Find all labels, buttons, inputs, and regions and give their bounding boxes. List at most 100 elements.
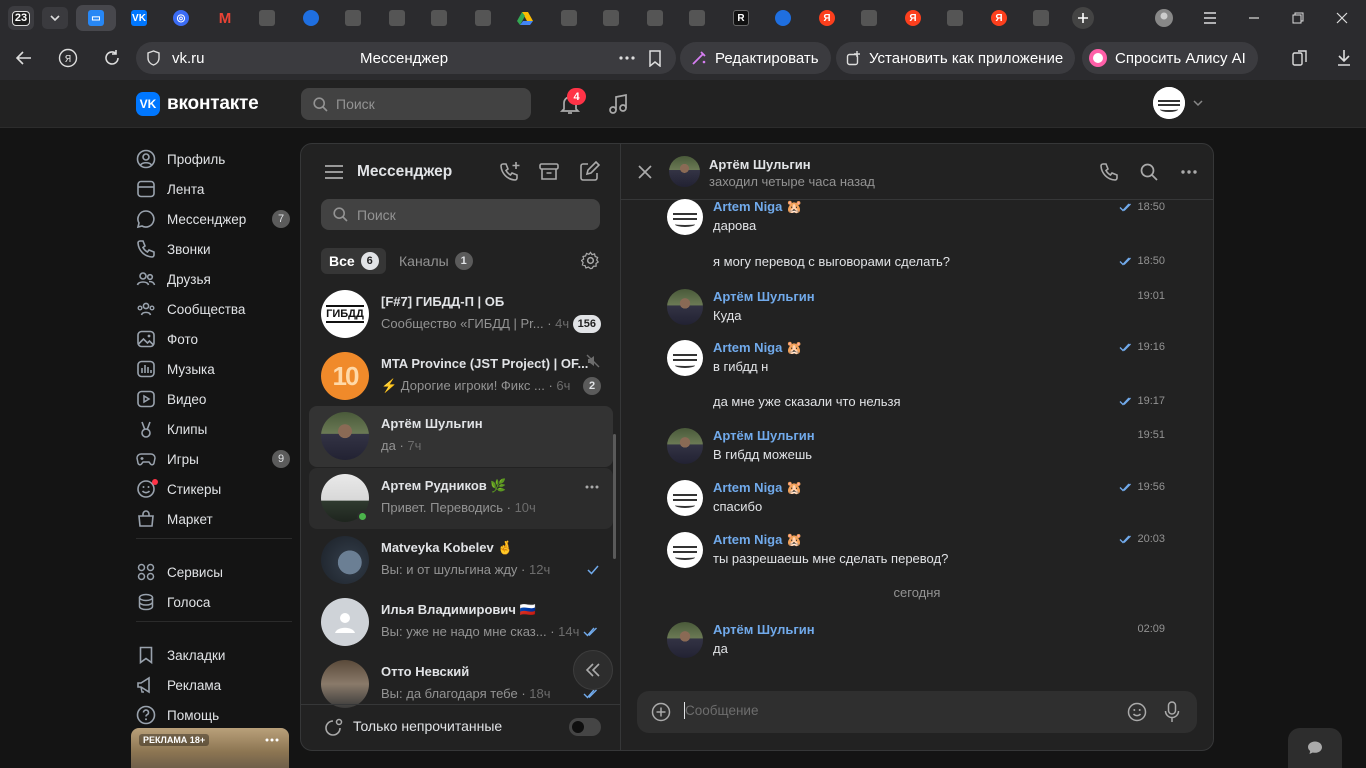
- chevron-down-icon[interactable]: [1192, 97, 1204, 109]
- archive-icon[interactable]: [538, 161, 560, 183]
- collapse-list-button[interactable]: [573, 650, 613, 690]
- tab-site-6[interactable]: [464, 5, 502, 31]
- search-icon[interactable]: [1140, 163, 1158, 181]
- close-window-button[interactable]: [1332, 8, 1352, 28]
- user-avatar[interactable]: [1153, 87, 1185, 119]
- nav-item-messenger[interactable]: Мессенджер 7: [136, 204, 292, 234]
- nav-item-clips[interactable]: Клипы: [136, 414, 292, 444]
- yandex-home-button[interactable]: Я: [54, 44, 82, 72]
- nav-divider: [136, 621, 292, 640]
- chat-avatar[interactable]: [669, 156, 700, 187]
- nav-item-photos[interactable]: Фото: [136, 324, 292, 354]
- nav-item-votes[interactable]: Голоса: [136, 587, 292, 617]
- nav-item-feed[interactable]: Лента: [136, 174, 292, 204]
- conversation-search-placeholder: Поиск: [357, 206, 396, 223]
- install-app-button[interactable]: Установить как приложение: [836, 42, 1076, 74]
- tab-site-10[interactable]: [678, 5, 716, 31]
- tab-site-8[interactable]: [592, 5, 630, 31]
- conversation-item[interactable]: Илья Владимирович 🇷🇺 Вы: уже не надо мне…: [309, 592, 613, 653]
- tab-list-dropdown-button[interactable]: [42, 7, 68, 29]
- nav-item-profile[interactable]: Профиль: [136, 144, 292, 174]
- conversation-item[interactable]: Matveyka Kobelev 🤞 Вы: и от шульгина жду…: [309, 530, 613, 591]
- restore-button[interactable]: [1288, 8, 1308, 28]
- conversation-item[interactable]: Артем Рудников 🌿 Привет. Переводись · 10…: [309, 468, 613, 529]
- more-horizontal-icon[interactable]: [265, 738, 279, 742]
- minimize-button[interactable]: [1244, 8, 1264, 28]
- conversation-list-scrollbar[interactable]: [613, 434, 616, 559]
- nav-item-friends[interactable]: Друзья: [136, 264, 292, 294]
- nav-item-communities[interactable]: Сообщества: [136, 294, 292, 324]
- attach-plus-icon[interactable]: [651, 702, 671, 722]
- nav-item-games[interactable]: Игры 9: [136, 444, 292, 474]
- nav-item-market[interactable]: Маркет: [136, 504, 292, 534]
- microphone-icon[interactable]: [1164, 701, 1180, 723]
- edit-page-button[interactable]: Редактировать: [680, 42, 831, 74]
- message-composer[interactable]: Сообщение: [637, 691, 1197, 733]
- filter-tab-all[interactable]: Все 6: [321, 248, 386, 274]
- browser-menu-button[interactable]: [1200, 8, 1220, 28]
- conversation-search-input[interactable]: Поиск: [321, 199, 600, 230]
- ad-banner[interactable]: РЕКЛАМА 18+: [131, 728, 289, 768]
- nav-item-services[interactable]: Сервисы: [136, 557, 292, 587]
- nav-item-music[interactable]: Музыка: [136, 354, 292, 384]
- tab-site-7[interactable]: [550, 5, 588, 31]
- tab-site-12[interactable]: [850, 5, 888, 31]
- more-horizontal-icon[interactable]: [585, 485, 599, 489]
- tab-site-1[interactable]: [248, 5, 286, 31]
- hamburger-icon[interactable]: [325, 165, 343, 179]
- gear-icon[interactable]: [581, 251, 600, 270]
- tab-app[interactable]: ◎: [162, 5, 200, 31]
- nav-item-ads[interactable]: Реклама: [136, 670, 292, 700]
- more-horizontal-icon[interactable]: [619, 56, 635, 60]
- tab-yandex-1[interactable]: Я: [808, 5, 846, 31]
- back-button[interactable]: [10, 44, 38, 72]
- tab-site-11[interactable]: [764, 5, 802, 31]
- floating-chats-button[interactable]: [1288, 728, 1342, 768]
- new-tab-button[interactable]: [1072, 7, 1094, 29]
- nav-item-bookmarks[interactable]: Закладки: [136, 640, 292, 670]
- tab-site-13[interactable]: [936, 5, 974, 31]
- new-call-icon[interactable]: [499, 161, 521, 183]
- filter-tab-channels[interactable]: Каналы 1: [399, 248, 473, 274]
- more-horizontal-icon[interactable]: [1181, 170, 1197, 174]
- conversation-item[interactable]: ГИБДД [F#7] ГИБДД-П | ОБ Сообщество «ГИБ…: [309, 284, 613, 345]
- downloads-button[interactable]: [1330, 44, 1358, 72]
- url-field[interactable]: vk.ru Мессенджер: [136, 42, 676, 74]
- compose-icon[interactable]: [578, 161, 600, 183]
- tab-count-button[interactable]: 23: [8, 6, 34, 30]
- ask-alice-button[interactable]: Спросить Алису AI: [1082, 42, 1258, 74]
- tab-google-drive[interactable]: [506, 5, 544, 31]
- tab-site-9[interactable]: [636, 5, 674, 31]
- tab-vk[interactable]: VK: [120, 5, 158, 31]
- conversation-item[interactable]: 10 MTA Province (JST Project) | OF... ⚡ …: [309, 346, 613, 407]
- vk-search-input[interactable]: Поиск: [301, 88, 531, 120]
- browser-profile-button[interactable]: [1154, 8, 1174, 28]
- nav-item-help[interactable]: Помощь: [136, 700, 292, 730]
- music-player-button[interactable]: [606, 92, 630, 116]
- tab-gmail[interactable]: M: [206, 5, 244, 31]
- nav-item-calls[interactable]: Звонки: [136, 234, 292, 264]
- collections-button[interactable]: [1286, 44, 1314, 72]
- tab-r[interactable]: R: [722, 5, 760, 31]
- site-favicon-icon: [689, 10, 705, 26]
- conversation-avatar: [321, 598, 369, 646]
- bookmark-icon[interactable]: [648, 50, 662, 67]
- tab-yandex-2[interactable]: Я: [894, 5, 932, 31]
- tab-site-2[interactable]: [292, 5, 330, 31]
- nav-item-stickers[interactable]: Стикеры: [136, 474, 292, 504]
- tab-site-5[interactable]: [420, 5, 458, 31]
- tab-yandex-3[interactable]: Я: [980, 5, 1018, 31]
- tab-site-3[interactable]: [334, 5, 372, 31]
- phone-icon[interactable]: [1099, 162, 1119, 182]
- vk-logo[interactable]: VK вконтакте: [136, 92, 259, 116]
- reload-button[interactable]: [98, 44, 126, 72]
- emoji-icon[interactable]: [1127, 702, 1147, 722]
- tab-site-4[interactable]: [378, 5, 416, 31]
- nav-item-video[interactable]: Видео: [136, 384, 292, 414]
- tab-site-14[interactable]: [1022, 5, 1060, 31]
- conversation-item-selected[interactable]: Артём Шульгин да · 7ч: [309, 406, 613, 467]
- tab-vk-messenger[interactable]: ▭: [76, 5, 116, 31]
- close-icon[interactable]: [638, 165, 652, 179]
- only-unread-toggle[interactable]: [569, 718, 601, 736]
- chat-peer-name[interactable]: Артём Шульгин: [709, 157, 811, 172]
